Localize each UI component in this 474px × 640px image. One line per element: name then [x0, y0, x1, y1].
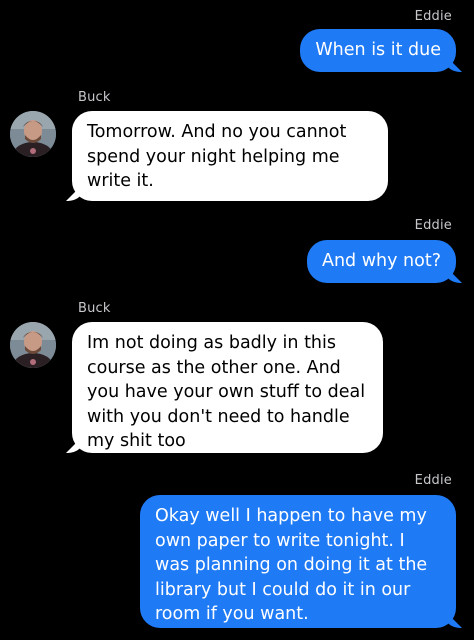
avatar-photo-icon — [10, 111, 56, 157]
message-text: Okay well I happen to have my own paper … — [155, 506, 428, 624]
incoming-message-bubble[interactable]: Im not doing as badly in this course as … — [72, 322, 383, 453]
outgoing-message-bubble[interactable]: And why not? — [306, 240, 456, 283]
message-text: When is it due — [315, 40, 441, 60]
message-text: Im not doing as badly in this course as … — [87, 333, 366, 451]
outgoing-message-bubble[interactable]: Okay well I happen to have my own paper … — [140, 495, 456, 628]
buck-avatar[interactable] — [10, 322, 56, 368]
buck-avatar[interactable] — [10, 111, 56, 157]
sender-name-eddie: Eddie — [414, 473, 452, 488]
outgoing-message-bubble[interactable]: When is it due — [300, 29, 456, 72]
avatar-photo-icon — [10, 322, 56, 368]
sender-name-eddie: Eddie — [414, 9, 452, 24]
message-text: Tomorrow. And no you cannot spend your n… — [87, 122, 347, 191]
sender-name-eddie: Eddie — [414, 218, 452, 233]
incoming-message-bubble[interactable]: Tomorrow. And no you cannot spend your n… — [72, 111, 388, 201]
message-text: And why not? — [321, 251, 441, 271]
sender-name-buck: Buck — [78, 90, 111, 105]
sender-name-buck: Buck — [78, 301, 111, 316]
message-thread: Eddie When is it due Buck Tomorrow. And … — [0, 0, 474, 640]
